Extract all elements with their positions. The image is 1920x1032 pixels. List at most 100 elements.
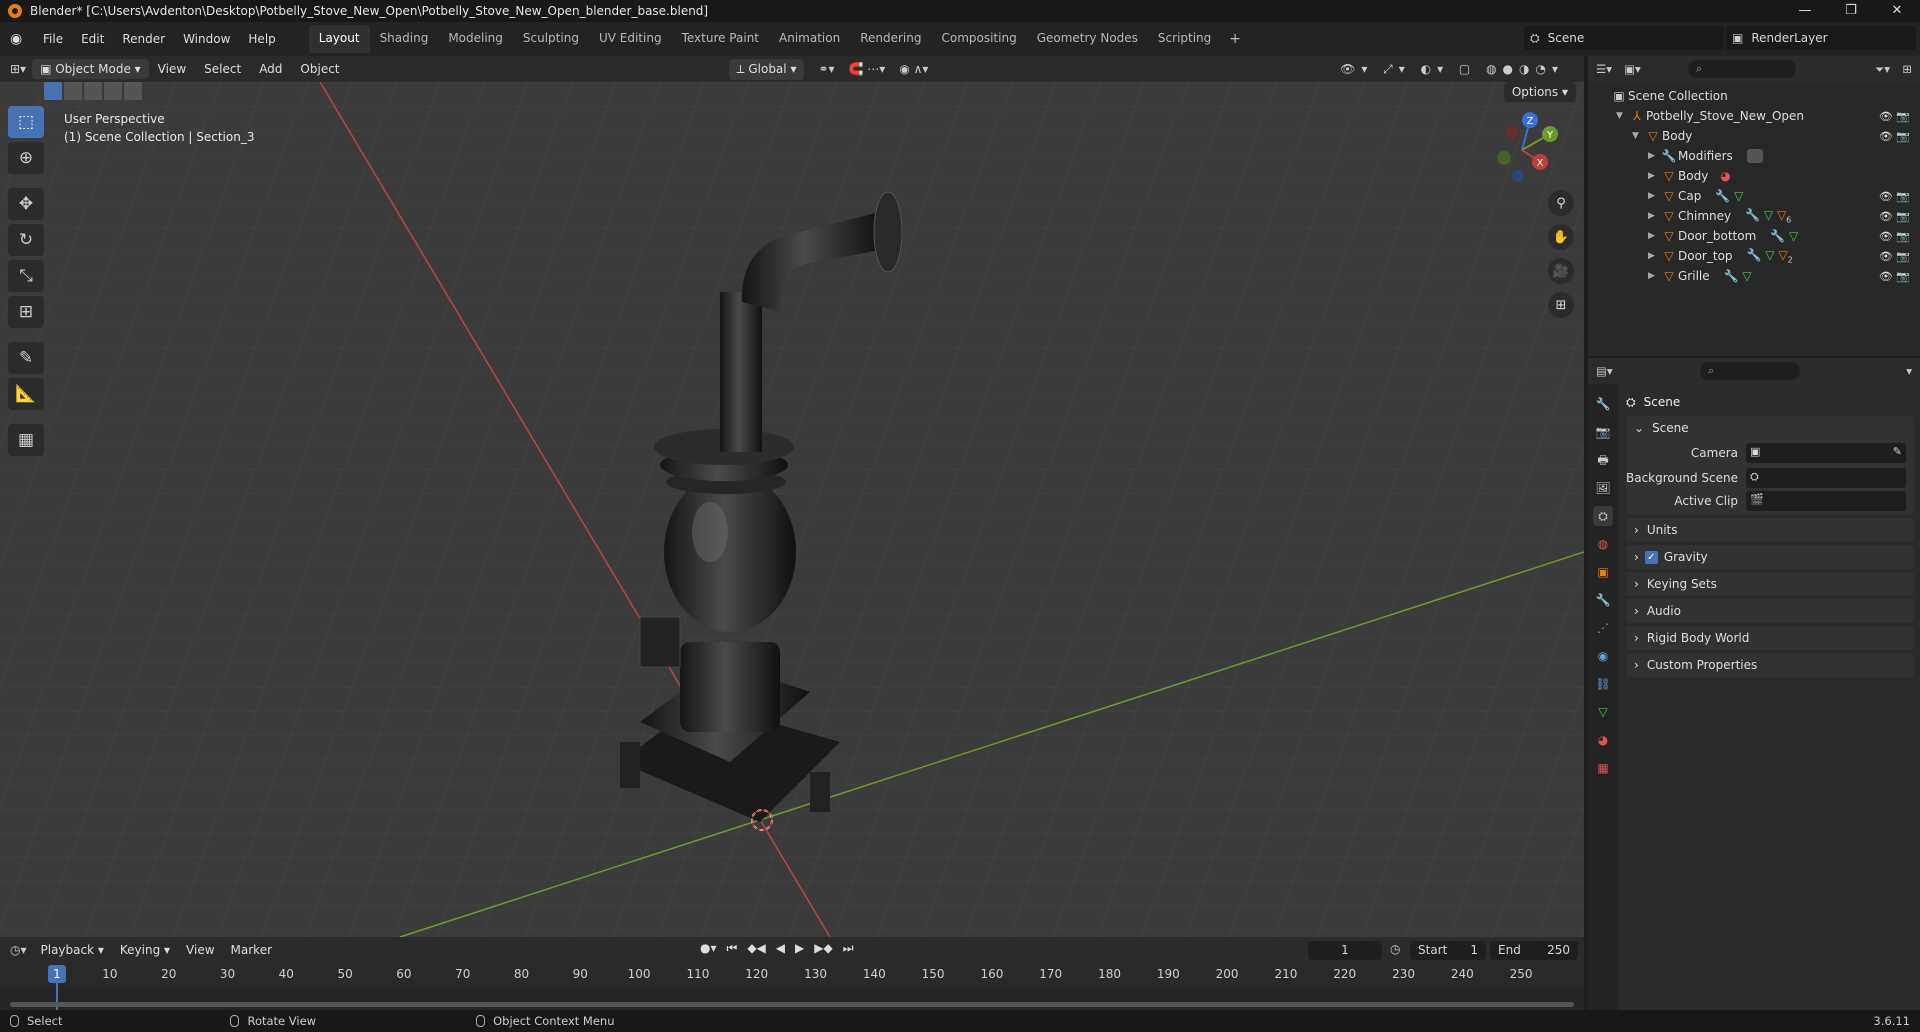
snap-icon[interactable]: 🧲 ⋯▾ (849, 62, 886, 76)
tab-geometry-nodes[interactable]: Geometry Nodes (1027, 25, 1148, 53)
outliner-row-grille[interactable]: ▶ ▽ Grille 🔧 ▽ 👁 📷 (1588, 266, 1920, 286)
outliner-row-door-bottom[interactable]: ▶ ▽ Door_bottom 🔧 ▽ 👁 📷 (1588, 226, 1920, 246)
particles-tab-icon[interactable]: ⋰ (1593, 618, 1613, 638)
render-layer-selector[interactable]: ▣ RenderLayer (1726, 26, 1916, 50)
menu-file[interactable]: File (34, 32, 72, 46)
editor-type-icon[interactable]: ⊞▾ (10, 62, 26, 76)
select-intersect-icon[interactable] (124, 82, 142, 100)
frame-ruler[interactable]: 1102030405060708090100110120130140150160… (0, 963, 1584, 985)
outliner-row-chimney[interactable]: ▶ ▽ Chimney 🔧 ▽ ▽6 👁 📷 (1588, 206, 1920, 226)
visibility-render-icons[interactable]: 👁 📷 (1879, 230, 1910, 243)
constraints-tab-icon[interactable]: ⛓ (1593, 674, 1613, 694)
clock-icon[interactable]: ◷ (1390, 942, 1400, 956)
ortho-grid-icon[interactable]: ⊞ (1548, 292, 1574, 318)
scene-tab-icon[interactable]: ⛭ (1593, 506, 1613, 526)
select-new-icon[interactable] (44, 82, 62, 100)
record-icon[interactable]: ●▾ (700, 941, 717, 956)
menu-edit[interactable]: Edit (72, 32, 113, 46)
outliner-row-body-mesh[interactable]: ▶ ▽ Body ◕ (1588, 166, 1920, 186)
scene-panel-header[interactable]: ⌄ Scene (1626, 416, 1914, 440)
expand-triangle-icon[interactable]: ▶ (1648, 211, 1660, 221)
menu-object[interactable]: Object (291, 62, 348, 76)
select-subtract-icon[interactable] (84, 82, 102, 100)
menu-add[interactable]: Add (250, 62, 291, 76)
visibility-render-icons[interactable]: 👁 📷 (1879, 190, 1910, 203)
select-box-tool-icon[interactable]: ⬚ (8, 106, 44, 138)
modifier-tab-icon[interactable]: 🔧 (1593, 590, 1613, 610)
tab-sculpting[interactable]: Sculpting (513, 25, 589, 53)
select-invert-icon[interactable] (104, 82, 122, 100)
tab-shading[interactable]: Shading (370, 25, 439, 53)
display-mode-icon[interactable]: ▣▾ (1624, 62, 1641, 76)
jump-end-icon[interactable]: ⏭ (843, 941, 854, 956)
menu-render[interactable]: Render (113, 32, 174, 46)
menu-view[interactable]: View (149, 62, 195, 76)
menu-playback[interactable]: Playback ▾ (33, 943, 112, 957)
camera-view-icon[interactable]: 🎥 (1548, 258, 1574, 284)
expand-triangle-icon[interactable]: ▼ (1616, 111, 1628, 121)
play-icon[interactable]: ▶ (795, 941, 804, 956)
outliner-row-scene-collection[interactable]: ▣ Scene Collection (1588, 86, 1920, 106)
camera-field[interactable]: ▣ ✎ (1746, 442, 1906, 463)
zoom-icon[interactable]: ⚲ (1548, 190, 1574, 216)
menu-help[interactable]: Help (239, 32, 284, 46)
current-frame-indicator[interactable]: 1 (48, 965, 66, 983)
tab-rendering[interactable]: Rendering (850, 25, 931, 53)
new-collection-icon[interactable]: ⊞ (1902, 62, 1912, 76)
outliner-row-door-top[interactable]: ▶ ▽ Door_top 🔧 ▽ ▽2 👁 📷 (1588, 246, 1920, 266)
menu-select[interactable]: Select (195, 62, 250, 76)
outliner-row-body-object[interactable]: ▼ ▽ Body 👁 📷 (1588, 126, 1920, 146)
end-frame-field[interactable]: End 250 (1490, 941, 1578, 960)
properties-editor-icon[interactable]: ▤▾ (1596, 364, 1613, 378)
proportional-edit-icon[interactable]: ◉ ∧▾ (899, 62, 928, 76)
object-tab-icon[interactable]: ▣ (1593, 562, 1613, 582)
mode-dropdown[interactable]: ▣ Object Mode ▾ (32, 59, 149, 79)
maximize-button[interactable]: ❐ (1828, 0, 1874, 22)
close-button[interactable]: ✕ (1874, 0, 1920, 22)
options-dropdown[interactable]: Options ▾ (1503, 82, 1576, 102)
properties-search-input[interactable]: ⌕ (1700, 362, 1800, 380)
material-tab-icon[interactable]: ◕ (1593, 730, 1613, 750)
gravity-panel[interactable]: › ✓ Gravity (1626, 545, 1914, 569)
play-reverse-icon[interactable]: ◀ (776, 941, 785, 956)
tab-layout[interactable]: Layout (308, 25, 370, 53)
properties-options-icon[interactable]: ▾ (1906, 364, 1912, 378)
outliner-editor-icon[interactable]: ☰▾ (1596, 62, 1612, 76)
minimize-button[interactable]: — (1782, 0, 1828, 22)
audio-panel[interactable]: › Audio (1626, 599, 1914, 623)
visibility-render-icons[interactable]: 👁 📷 (1879, 110, 1910, 123)
tab-modeling[interactable]: Modeling (438, 25, 513, 53)
units-panel[interactable]: › Units (1626, 518, 1914, 542)
add-cube-tool-icon[interactable]: ▦ (8, 424, 44, 456)
expand-triangle-icon[interactable]: ▶ (1648, 171, 1660, 181)
tab-texture-paint[interactable]: Texture Paint (672, 25, 769, 53)
tab-compositing[interactable]: Compositing (931, 25, 1026, 53)
expand-triangle-icon[interactable]: ▶ (1648, 271, 1660, 281)
output-tab-icon[interactable]: 🖶 (1593, 450, 1613, 470)
visibility-render-icons[interactable]: 👁 📷 (1879, 270, 1910, 283)
tab-scripting[interactable]: Scripting (1148, 25, 1221, 53)
outliner-row-cap[interactable]: ▶ ▽ Cap 🔧 ▽ 👁 📷 (1588, 186, 1920, 206)
keying-sets-panel[interactable]: › Keying Sets (1626, 572, 1914, 596)
scale-tool-icon[interactable]: ⤡ (8, 260, 44, 292)
active-clip-field[interactable]: 🎬 (1746, 490, 1906, 511)
render-tab-icon[interactable]: 📷 (1593, 422, 1613, 442)
menu-timeline-view[interactable]: View (178, 943, 222, 957)
current-frame-field[interactable]: 1 (1308, 941, 1382, 960)
start-frame-field[interactable]: Start 1 (1410, 941, 1486, 960)
visibility-render-icons[interactable]: 👁 📷 (1879, 210, 1910, 223)
visibility-render-icons[interactable]: 👁 📷 (1879, 130, 1910, 143)
outliner-row-modifiers[interactable]: ▶ 🔧 Modifiers (1588, 146, 1920, 166)
visibility-render-icons[interactable]: 👁 📷 (1879, 250, 1910, 263)
outliner-search-input[interactable]: ⌕ (1688, 60, 1796, 78)
world-tab-icon[interactable]: ◍ (1593, 534, 1613, 554)
pan-hand-icon[interactable]: ✋ (1548, 224, 1574, 250)
background-scene-field[interactable]: ⛭ (1746, 467, 1906, 488)
timeline-area[interactable]: 1102030405060708090100110120130140150160… (0, 963, 1584, 1010)
expand-triangle-icon[interactable]: ▶ (1648, 151, 1660, 161)
tab-animation[interactable]: Animation (769, 25, 850, 53)
expand-triangle-icon[interactable]: ▶ (1648, 251, 1660, 261)
expand-triangle-icon[interactable]: ▼ (1632, 131, 1644, 141)
next-keyframe-icon[interactable]: ▶◆ (814, 941, 832, 956)
timeline-editor-icon[interactable]: ◷▾ (10, 943, 27, 957)
